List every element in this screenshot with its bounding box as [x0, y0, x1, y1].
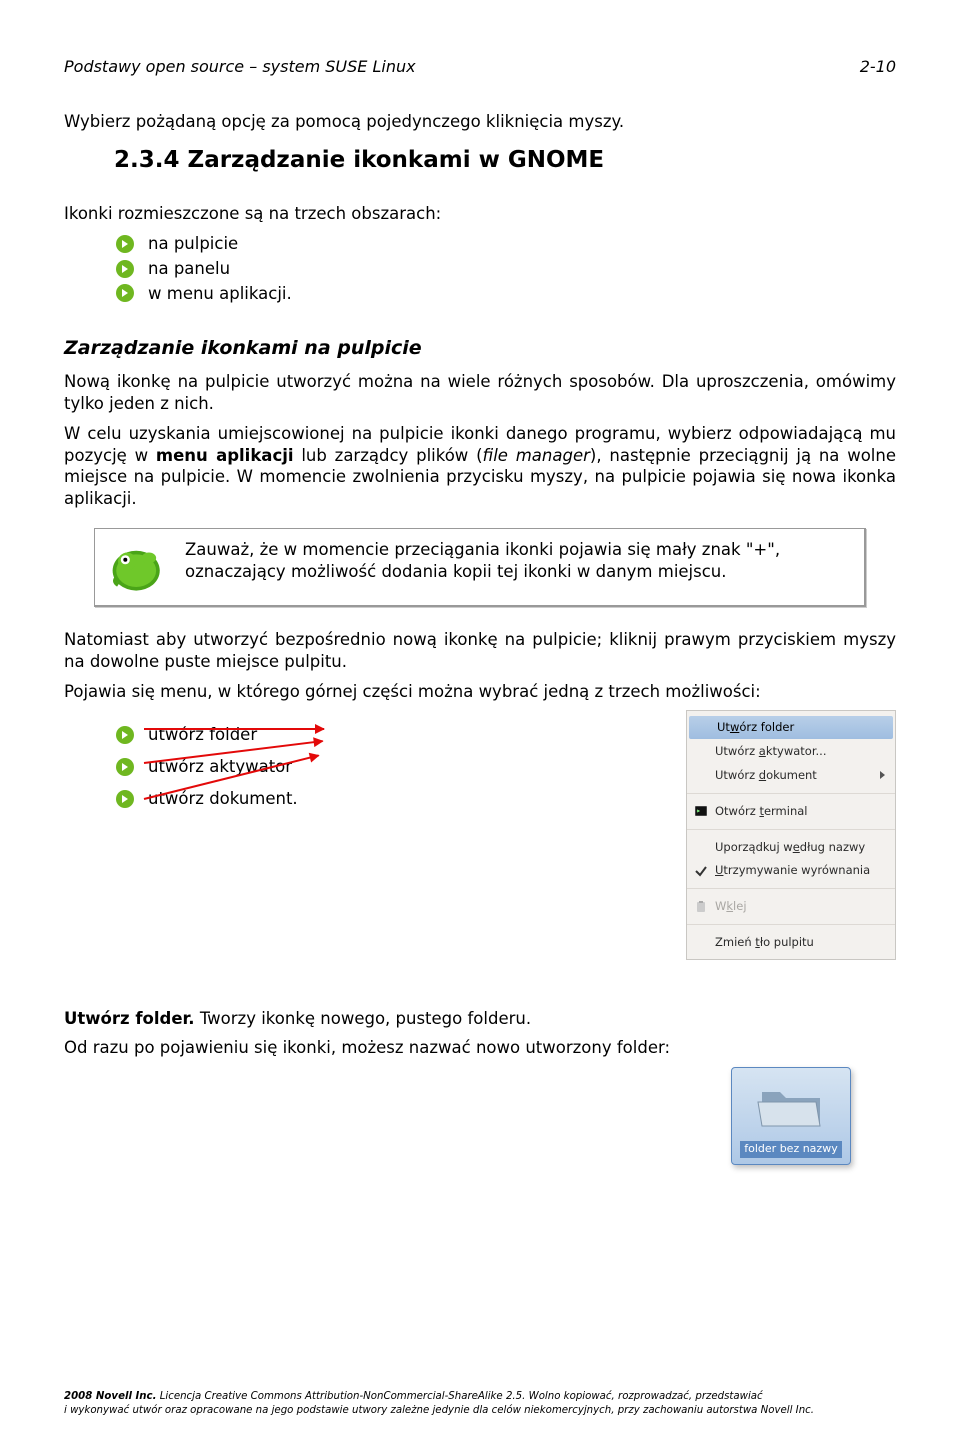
list-item: na pulpicie	[64, 233, 896, 255]
context-menu: Utwórz folder Utwórz aktywator... Utwórz…	[686, 710, 896, 959]
section-number: 2.3.4	[114, 147, 180, 173]
text: Utwórz	[715, 768, 759, 782]
page-number: 2-10	[860, 56, 896, 77]
menu-item-open-terminal[interactable]: Otwórz terminal	[687, 800, 895, 823]
text: ktywator...	[766, 744, 827, 758]
menu-separator	[687, 793, 895, 794]
menu-item-paste: Wklej	[687, 895, 895, 918]
terminal-icon	[694, 804, 708, 818]
menu-item-keep-aligned[interactable]: Utrzymywanie wyrównania	[687, 859, 895, 882]
arrow-icon	[116, 260, 134, 278]
arrow-icon	[116, 284, 134, 302]
text: trzymywanie wyrównania	[723, 863, 870, 877]
text-bold: Utwórz folder.	[64, 1009, 195, 1028]
menu-separator	[687, 829, 895, 830]
areas-list: na pulpicie na panelu w menu aplikacji.	[64, 233, 896, 304]
paragraph: Nową ikonkę na pulpicie utworzyć można n…	[64, 371, 896, 415]
text: Otwórz	[715, 804, 759, 818]
copyright: 2008 Novell Inc. Licencja Creative Commo…	[64, 1390, 896, 1418]
menu-item-change-background[interactable]: Zmień tło pulpitu	[687, 931, 895, 954]
menu-separator	[687, 924, 895, 925]
text: Licencja Creative Commons Attribution-No…	[156, 1391, 762, 1402]
text: w	[730, 720, 739, 734]
folder-selection[interactable]: folder bez nazwy	[731, 1067, 850, 1165]
doc-title: Podstawy open source – system SUSE Linux	[64, 56, 416, 77]
paste-icon	[694, 900, 708, 914]
arrow-icon	[116, 726, 134, 744]
section-heading: 2.3.4 Zarządzanie ikonkami w GNOME	[114, 145, 896, 175]
text: Utwórz	[715, 744, 759, 758]
new-folder-figure: folder bez nazwy	[686, 1067, 896, 1165]
list-item: utwórz dokument.	[64, 788, 650, 810]
geeko-icon	[109, 539, 167, 595]
text: erminal	[764, 804, 808, 818]
text: ło pulpitu	[760, 935, 814, 949]
callout-text: Zauważ, że w momencie przeciągania ikonk…	[185, 539, 850, 583]
text: d	[759, 768, 766, 782]
menu-item-create-launcher[interactable]: Utwórz aktywator...	[687, 740, 895, 763]
text: órz folder	[739, 720, 794, 734]
section-lead: Ikonki rozmieszczone są na trzech obszar…	[64, 203, 896, 225]
text-bold: menu aplikacji	[156, 446, 294, 465]
list-item-label: na pulpicie	[148, 233, 238, 255]
paragraph: Natomiast aby utworzyć bezpośrednio nową…	[64, 629, 896, 673]
text: Ut	[717, 720, 730, 734]
paragraph: Utwórz folder. Tworzy ikonkę nowego, pus…	[64, 1008, 896, 1030]
text-italic: file manager	[483, 446, 590, 465]
paragraph: Pojawia się menu, w którego górnej częśc…	[64, 681, 896, 703]
folder-name-input[interactable]: folder bez nazwy	[740, 1141, 841, 1158]
text: okument	[766, 768, 817, 782]
menu-item-sort-by-name[interactable]: Uporządkuj według nazwy	[687, 836, 895, 859]
text: dług nazwy	[800, 840, 865, 854]
chevron-right-icon	[880, 771, 885, 779]
menu-item-create-folder[interactable]: Utwórz folder	[689, 716, 893, 739]
check-icon	[694, 864, 708, 878]
text: Tworzy ikonkę nowego, pustego folderu.	[195, 1009, 532, 1028]
paragraph: W celu uzyskania umiejscowionej na pulpi…	[64, 423, 896, 510]
list-item-label: na panelu	[148, 258, 230, 280]
arrow-icon	[116, 235, 134, 253]
list-item: utwórz aktywator	[64, 756, 650, 778]
callout-box: Zauważ, że w momencie przeciągania ikonk…	[94, 528, 866, 607]
text: Zmień	[715, 935, 755, 949]
list-item-label: w menu aplikacji.	[148, 283, 292, 305]
section-title: Zarządzanie ikonkami w GNOME	[188, 147, 605, 173]
options-list: utwórz folder utwórz aktywator utwórz do…	[64, 714, 650, 819]
arrow-icon	[116, 758, 134, 776]
subsection-heading: Zarządzanie ikonkami na pulpicie	[64, 336, 896, 361]
paragraph: Od razu po pojawieniu się ikonki, możesz…	[64, 1037, 896, 1059]
text: lej	[733, 899, 746, 913]
folder-icon	[756, 1078, 826, 1132]
text: W	[715, 899, 726, 913]
text: lub zarządcy plików (	[294, 446, 483, 465]
text: Uporządkuj w	[715, 840, 793, 854]
text: e	[793, 840, 800, 854]
menu-separator	[687, 888, 895, 889]
list-item: na panelu	[64, 258, 896, 280]
arrow-icon	[116, 790, 134, 808]
text: a	[759, 744, 766, 758]
text: i wykonywać utwór oraz opracowane na jeg…	[64, 1405, 814, 1416]
intro-text: Wybierz pożądaną opcję za pomocą pojedyn…	[64, 111, 896, 133]
list-item: w menu aplikacji.	[64, 283, 896, 305]
red-arrow-icon	[144, 728, 324, 730]
menu-item-create-document[interactable]: Utwórz dokument	[687, 764, 895, 787]
text-bold: 2008 Novell Inc.	[64, 1391, 156, 1402]
